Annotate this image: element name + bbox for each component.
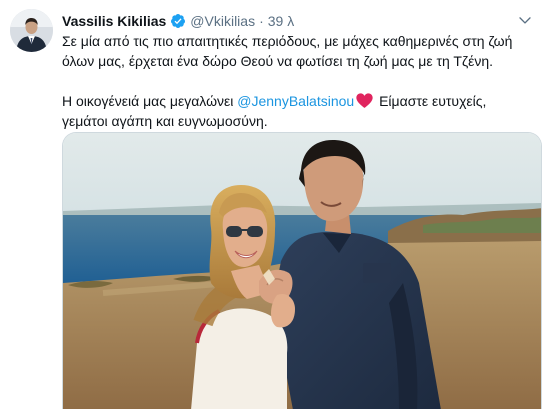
tweet-card[interactable]: Vassilis Kikilias @Vkikilias · 39 λ Σε μ… xyxy=(0,0,547,409)
tweet-text-line: Η οικογένειά μας μεγαλώνει @JennyBalatsi… xyxy=(62,91,532,111)
tweet-text-segment: Η οικογένειά μας μεγαλώνει xyxy=(62,93,234,109)
red-heart-emoji-icon xyxy=(356,93,373,108)
verified-badge-icon xyxy=(170,13,186,29)
tweet-text: Σε μία από τις πιο απαιτητικές περιόδους… xyxy=(62,31,532,131)
tweet-timestamp[interactable]: 39 λ xyxy=(268,13,294,29)
author-name[interactable]: Vassilis Kikilias xyxy=(62,13,166,29)
chevron-down-icon[interactable] xyxy=(517,12,533,28)
tweet-text-line: Σε μία από τις πιο απαιτητικές περιόδους… xyxy=(62,33,513,49)
tweet-text-line: όλων μας, έρχεται ένα δώρο Θεού να φωτίσ… xyxy=(62,53,494,69)
avatar[interactable] xyxy=(10,9,53,52)
tweet-photo[interactable] xyxy=(62,132,542,409)
tweet-text-line: γεμάτοι αγάπη και ευγνωμοσύνη. xyxy=(62,113,268,129)
tweet-header: Vassilis Kikilias @Vkikilias · 39 λ xyxy=(62,11,294,31)
mention-link[interactable]: @JennyBalatsinou xyxy=(237,93,354,109)
author-handle[interactable]: @Vkikilias xyxy=(190,13,255,29)
header-separator: · xyxy=(259,13,264,29)
tweet-text-segment: Είμαστε ευτυχείς, xyxy=(379,93,487,109)
